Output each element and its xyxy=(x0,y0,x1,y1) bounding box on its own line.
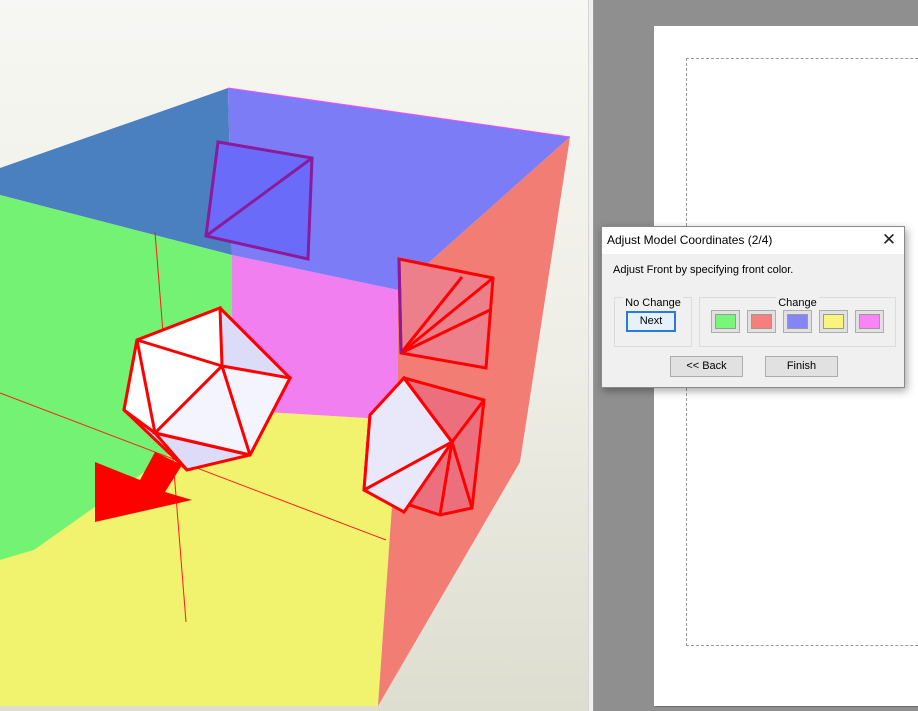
finish-button[interactable]: Finish xyxy=(765,356,838,377)
color-swatch-magenta[interactable] xyxy=(855,310,884,333)
swatch-fill-blue xyxy=(787,314,808,329)
tetrahedron-right xyxy=(397,257,495,370)
swatch-fill-yellow xyxy=(823,314,844,329)
color-swatch-blue[interactable] xyxy=(783,310,812,333)
color-swatch-red[interactable] xyxy=(747,310,776,333)
next-button[interactable]: Next xyxy=(626,311,676,332)
color-swatch-yellow[interactable] xyxy=(819,310,848,333)
swatch-fill-green xyxy=(715,314,736,329)
adjust-coordinates-dialog: Adjust Model Coordinates (2/4) ✕ Adjust … xyxy=(601,226,905,388)
no-change-group: No Change Next xyxy=(614,297,692,347)
dialog-titlebar[interactable]: Adjust Model Coordinates (2/4) ✕ xyxy=(602,227,904,254)
close-icon[interactable]: ✕ xyxy=(874,227,904,254)
model-viewport[interactable] xyxy=(0,0,588,711)
no-change-group-title: No Change xyxy=(623,297,683,309)
dialog-message: Adjust Front by specifying front color. xyxy=(613,264,794,276)
swatch-fill-red xyxy=(751,314,772,329)
change-group: Change xyxy=(699,297,896,347)
color-swatch-green[interactable] xyxy=(711,310,740,333)
cube-model xyxy=(0,87,571,706)
back-button[interactable]: << Back xyxy=(670,356,743,377)
dialog-title: Adjust Model Coordinates (2/4) xyxy=(607,233,773,247)
change-group-title: Change xyxy=(776,297,819,309)
swatch-fill-magenta xyxy=(859,314,880,329)
